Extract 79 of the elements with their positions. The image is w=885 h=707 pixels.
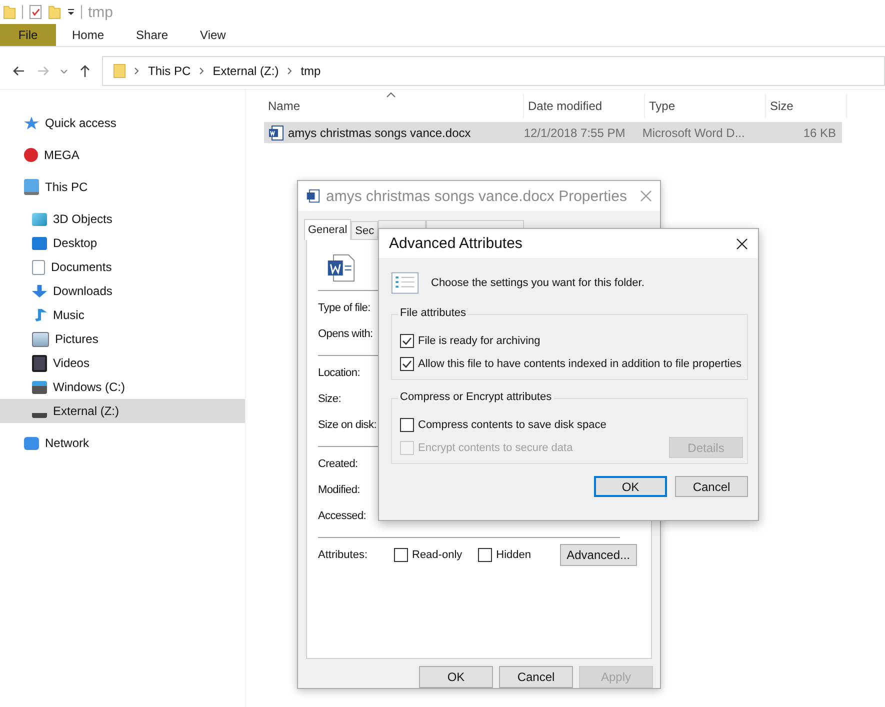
ribbon-tab[interactable]: Share: [120, 24, 184, 46]
file-name: amys christmas songs vance.docx: [288, 126, 471, 140]
sort-caret-icon: [386, 92, 396, 98]
column-header[interactable]: Name: [264, 94, 524, 118]
checkbox[interactable]: [394, 548, 408, 562]
address-bar[interactable]: This PC External (Z:) tmp: [102, 56, 885, 86]
dialog-title: Advanced Attributes: [389, 235, 522, 252]
file-row[interactable]: amys christmas songs vance.docx 12/1/2018 7:55 PM Microsoft Word D... 16 KB: [264, 122, 842, 143]
column-header[interactable]: Type: [645, 94, 766, 118]
nav-item[interactable]: Quick access: [0, 111, 245, 135]
field-label: Modified:: [318, 483, 360, 498]
nav-item[interactable]: Desktop: [0, 231, 245, 255]
folder-icon: [113, 63, 126, 79]
table-cell-text: 12/1/2018 7:55 PM: [522, 126, 626, 140]
breadcrumb-item[interactable]: External (Z:): [212, 64, 279, 78]
field-label: Type of file:: [318, 301, 370, 316]
nav-item[interactable]: External (Z:): [0, 399, 245, 423]
folder-icon: [3, 4, 16, 20]
checkbox[interactable]: [400, 356, 414, 370]
field-label: Size:: [318, 392, 341, 407]
checkbox[interactable]: [478, 548, 492, 562]
dialog-title: amys christmas songs vance.docx Properties: [326, 188, 628, 204]
tab[interactable]: General: [304, 219, 352, 240]
intro-text: Choose the settings you want for this folder.: [431, 277, 644, 289]
checkbox-label[interactable]: Hidden: [496, 549, 531, 561]
table-cell-text: Microsoft Word D...: [641, 126, 746, 140]
group-title: Compress or Encrypt attributes: [398, 391, 554, 403]
dialog-button[interactable]: Cancel: [675, 476, 748, 497]
chevron-down-icon[interactable]: [60, 67, 68, 75]
breadcrumb-item[interactable]: tmp: [300, 64, 321, 78]
close-icon[interactable]: [736, 238, 748, 250]
chevron-right-icon[interactable]: [286, 67, 293, 75]
drive-icon: [32, 380, 47, 394]
chevron-right-icon[interactable]: [198, 67, 205, 75]
tab[interactable]: Sec: [351, 221, 378, 239]
checkbox-label[interactable]: Allow this file to have contents indexed in addition to file properties: [418, 358, 742, 370]
back-arrow-icon[interactable]: [12, 64, 26, 78]
checkbox-label[interactable]: File is ready for archiving: [418, 334, 540, 346]
dropdown-icon[interactable]: [67, 8, 75, 16]
ribbon-tab[interactable]: File: [0, 24, 56, 46]
properties-icon[interactable]: [29, 4, 42, 20]
nav-item[interactable]: Documents: [0, 255, 245, 279]
checkbox[interactable]: [400, 334, 414, 348]
group-title: File attributes: [398, 307, 468, 319]
word-document-icon: [326, 252, 356, 284]
field-label: Opens with:: [318, 327, 373, 342]
field-label: Location:: [318, 366, 360, 381]
word-document-icon: [268, 124, 284, 140]
nav-item[interactable]: 3D Objects: [0, 207, 245, 231]
nav-item[interactable]: Network: [0, 431, 245, 455]
nav-item[interactable]: Windows (C:): [0, 375, 245, 399]
nav-item[interactable]: Downloads: [0, 279, 245, 303]
ribbon-tab[interactable]: View: [184, 24, 242, 46]
ribbon-tab[interactable]: Home: [56, 24, 120, 46]
field-label: Size on disk:: [318, 418, 376, 433]
field-label: Attributes:: [318, 549, 369, 561]
checkbox-label[interactable]: Read-only: [412, 549, 462, 561]
checkbox-label[interactable]: Compress contents to save disk space: [418, 418, 606, 430]
column-header[interactable]: Date modified: [524, 94, 645, 118]
nav-item[interactable]: This PC: [0, 175, 245, 199]
up-arrow-icon[interactable]: [78, 64, 92, 78]
nav-item[interactable]: Music: [0, 303, 245, 327]
table-cell-text: 16 KB: [802, 126, 838, 140]
dialog-button[interactable]: Cancel: [499, 666, 573, 688]
field-label: Created:: [318, 457, 358, 472]
field-label: Accessed:: [318, 509, 366, 524]
breadcrumb-item[interactable]: This PC: [148, 64, 191, 78]
nav-item[interactable]: MEGA: [0, 143, 245, 167]
nav-item[interactable]: Videos: [0, 351, 245, 375]
column-header[interactable]: Size: [766, 94, 847, 118]
checklist-icon: [391, 271, 419, 295]
advanced-button[interactable]: Advanced...: [560, 544, 637, 566]
dialog-button[interactable]: OK: [594, 476, 667, 497]
window-title: tmp: [88, 4, 114, 20]
word-document-icon: [306, 189, 320, 203]
nav-item[interactable]: Pictures: [0, 327, 245, 351]
dialog-button[interactable]: OK: [419, 666, 493, 688]
checkbox[interactable]: [400, 418, 414, 432]
chevron-right-icon[interactable]: [134, 67, 140, 75]
